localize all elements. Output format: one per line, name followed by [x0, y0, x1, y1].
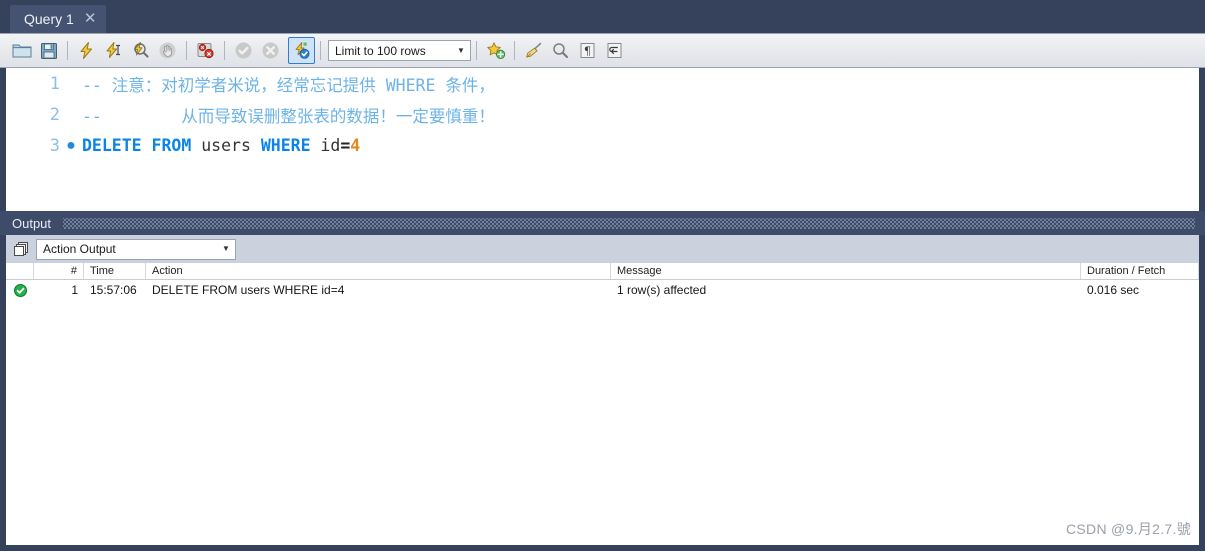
sql-code-editor[interactable]: 1 -- 注意：对初学者米说，经常忘记提供 WHERE 条件， 2 -- 从而导致误删… — [0, 68, 1205, 211]
line-number: 1 — [49, 73, 60, 94]
toggle-stop-on-error-button[interactable] — [192, 37, 219, 64]
code-text: -- 从而导致误删整张表的数据！一定要慎重！ — [82, 103, 495, 127]
code-token-op: = — [340, 136, 351, 155]
code-text: DELETE FROM users WHERE id=4 — [82, 136, 360, 155]
code-token-num: 4 — [350, 136, 361, 155]
output-panel-header: Output — [0, 211, 1205, 235]
star-plus-icon — [486, 42, 505, 59]
check-circle-icon — [235, 42, 252, 59]
column-header-duration[interactable]: Duration / Fetch — [1081, 263, 1199, 279]
table-row[interactable]: 1 15:57:06 DELETE FROM users WHERE id=4 1 r… — [6, 280, 1199, 301]
column-header-message[interactable]: Message — [611, 263, 1081, 279]
pilcrow-icon: ¶ — [580, 43, 595, 58]
cell-time: 15:57:06 — [90, 283, 137, 297]
code-token-cmt: -- 从而导致误删整张表的数据！一定要慎重！ — [82, 106, 495, 126]
panel-drag-grip[interactable] — [63, 217, 1195, 229]
close-icon[interactable]: ✕ — [84, 11, 97, 28]
beautify-sql-button[interactable] — [520, 37, 547, 64]
rollback-button[interactable] — [257, 37, 284, 64]
toggle-wrapping-button[interactable] — [601, 37, 628, 64]
mysql-workbench-query-window: Query 1 ✕ Limit to 100 rows ▼ ¶ 1 -- 注意：… — [0, 0, 1205, 551]
cancel-circle-icon — [262, 42, 279, 59]
row-status-cell — [6, 280, 34, 301]
row-limit-select[interactable]: Limit to 100 rows ▼ — [328, 40, 471, 61]
code-token-kw: WHERE — [260, 136, 311, 155]
action-output-select[interactable]: Action Output ▼ — [36, 238, 236, 260]
code-token-cmt: -- 注意：对初学者米说，经常忘记提供 WHERE 条件， — [82, 75, 495, 95]
save-snippet-button[interactable] — [482, 37, 509, 64]
column-header-status[interactable] — [6, 263, 34, 279]
explain-statement-button[interactable] — [127, 37, 154, 64]
svg-text:¶: ¶ — [584, 45, 591, 58]
output-panel-title: Output — [12, 215, 52, 231]
floppy-disk-icon — [40, 42, 57, 59]
stacked-panes-icon[interactable] — [12, 239, 32, 259]
open-sql-script-button[interactable] — [8, 37, 35, 64]
column-header-time[interactable]: Time — [84, 263, 146, 279]
stop-statement-button[interactable] — [154, 37, 181, 64]
word-wrap-icon — [607, 43, 622, 58]
action-output-grid[interactable]: # Time Action Message Duration / Fetch 1 15:5… — [0, 263, 1205, 551]
sql-editor-toolbar: Limit to 100 rows ▼ ¶ — [0, 33, 1205, 68]
column-header-num[interactable]: # — [34, 263, 84, 279]
code-lines: 1 -- 注意：对初学者米说，经常忘记提供 WHERE 条件， 2 -- 从而导致误删… — [6, 68, 1199, 161]
execute-current-statement-button[interactable] — [100, 37, 127, 64]
magnifier-icon — [553, 43, 569, 59]
cell-num: 1 — [71, 283, 78, 297]
code-text: -- 注意：对初学者米说，经常忘记提供 WHERE 条件， — [82, 72, 495, 96]
code-token-ident: users — [191, 136, 261, 155]
statement-marker-icon: ● — [66, 136, 76, 154]
output-toolbar: Action Output ▼ — [0, 235, 1205, 263]
line-number: 2 — [49, 104, 60, 125]
row-limit-value: Limit to 100 rows — [335, 43, 426, 58]
toolbar-separator — [224, 41, 225, 60]
stop-on-error-icon — [197, 43, 214, 59]
csdn-watermark: CSDN @9.月2.7.號 — [1066, 521, 1191, 537]
code-token-kw: DELETE FROM — [82, 136, 192, 155]
cell-duration: 0.016 sec — [1087, 283, 1140, 297]
toolbar-separator — [320, 41, 321, 60]
toolbar-separator — [186, 41, 187, 60]
green-check-icon — [13, 284, 27, 297]
save-sql-script-button[interactable] — [35, 37, 62, 64]
toolbar-separator — [476, 41, 477, 60]
tab-query-1[interactable]: Query 1 ✕ — [10, 5, 107, 33]
execute-statement-button[interactable] — [73, 37, 100, 64]
folder-icon — [12, 44, 31, 57]
chevron-down-icon: ▼ — [457, 45, 465, 55]
action-output-value: Action Output — [43, 242, 116, 256]
lightning-bolt-cursor-icon — [106, 42, 120, 58]
grid-header-row: # Time Action Message Duration / Fetch — [6, 263, 1199, 280]
cell-message: 1 row(s) affected — [617, 283, 707, 297]
chevron-down-icon: ▼ — [222, 244, 230, 253]
magnifier-lightning-icon — [134, 42, 149, 58]
find-button[interactable] — [547, 37, 574, 64]
grid-body: 1 15:57:06 DELETE FROM users WHERE id=4 1 r… — [6, 280, 1199, 301]
autocommit-icon — [295, 42, 310, 59]
toolbar-separator — [514, 41, 515, 60]
toolbar-separator — [67, 41, 68, 60]
code-line: 2 -- 从而导致误删整张表的数据！一定要慎重！ — [6, 99, 1199, 130]
stop-hand-icon — [159, 42, 176, 59]
tab-label: Query 1 — [24, 11, 74, 27]
editor-tabstrip: Query 1 ✕ — [0, 0, 1205, 33]
toggle-autocommit-button[interactable] — [288, 37, 315, 64]
code-token-ident: id — [310, 136, 341, 155]
line-number: 3 — [49, 135, 60, 156]
column-header-action[interactable]: Action — [146, 263, 611, 279]
code-line: 3 ● DELETE FROM users WHERE id=4 — [6, 130, 1199, 161]
lightning-bolt-icon — [80, 42, 92, 59]
cell-action: DELETE FROM users WHERE id=4 — [152, 283, 345, 297]
commit-button[interactable] — [230, 37, 257, 64]
code-line: 1 -- 注意：对初学者米说，经常忘记提供 WHERE 条件， — [6, 68, 1199, 99]
toggle-invisible-chars-button[interactable]: ¶ — [574, 37, 601, 64]
broom-icon — [525, 42, 541, 58]
